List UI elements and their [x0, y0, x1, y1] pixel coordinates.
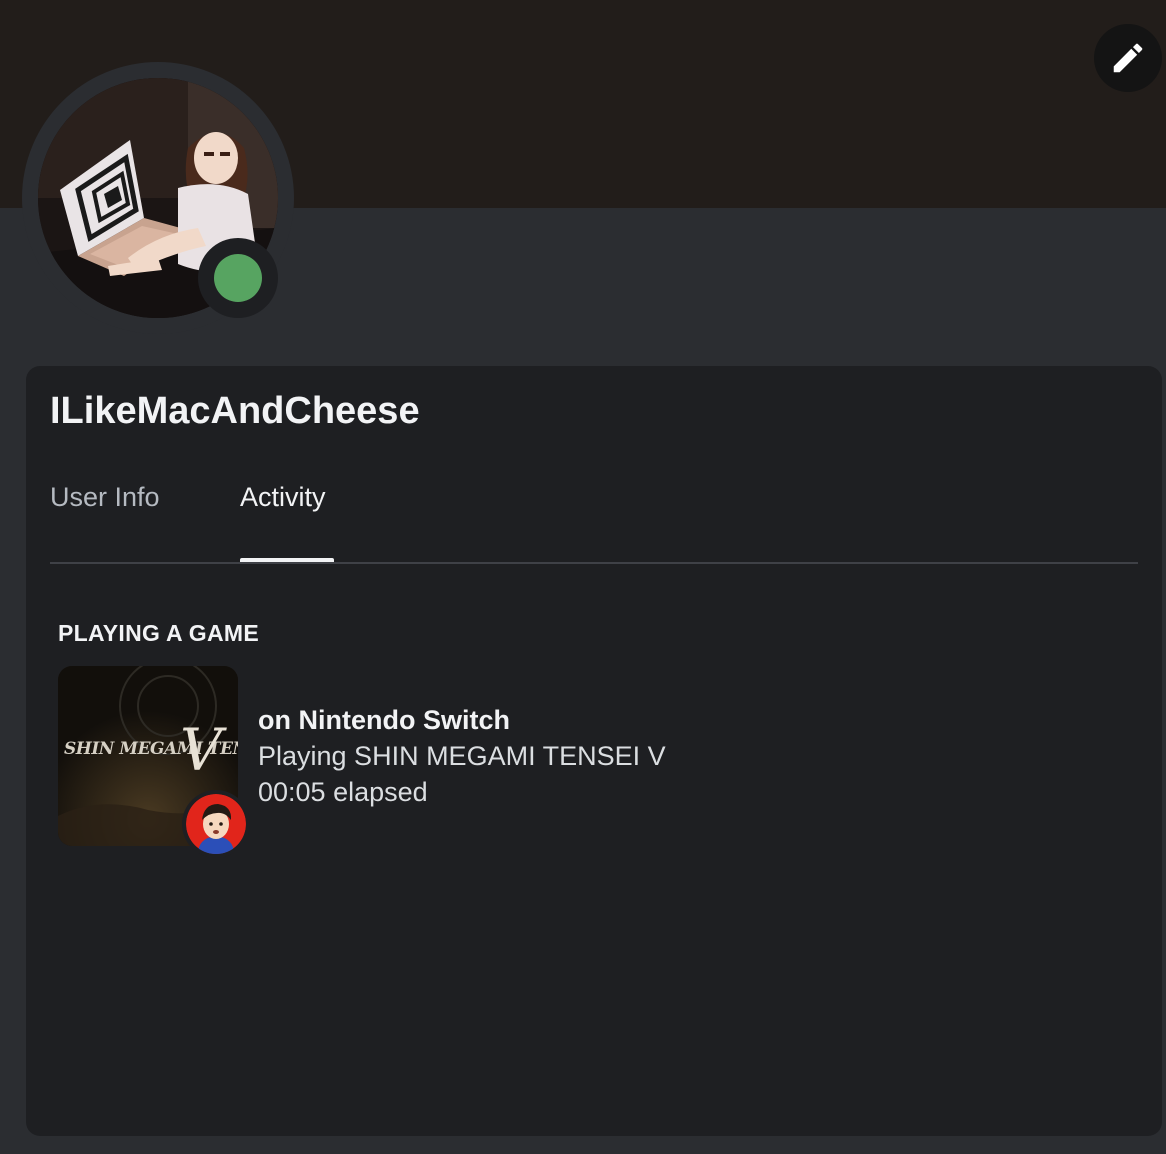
tab-activity[interactable]: Activity	[240, 482, 326, 513]
pencil-icon	[1113, 43, 1143, 73]
activity-platform: on Nintendo Switch	[258, 705, 510, 735]
status-online-indicator	[214, 254, 262, 302]
activity-details: on Nintendo Switch Playing SHIN MEGAMI T…	[258, 702, 666, 810]
mii-avatar-icon	[186, 794, 246, 854]
activity-section-title: PLAYING A GAME	[58, 620, 260, 646]
active-tab-indicator	[240, 558, 334, 562]
username[interactable]: ILikeMacAndCheese	[50, 390, 420, 433]
profile-tabs: User Info Activity	[50, 466, 1138, 564]
activity-elapsed: 00:05 elapsed	[258, 777, 428, 807]
activity-game: Playing SHIN MEGAMI TENSEI V	[258, 741, 666, 771]
profile-card: ILikeMacAndCheese User Info Activity PLA…	[26, 366, 1162, 1136]
edit-profile-button[interactable]	[1094, 24, 1162, 92]
game-cover-numeral: V	[180, 716, 227, 784]
tab-user-info[interactable]: User Info	[50, 482, 160, 513]
